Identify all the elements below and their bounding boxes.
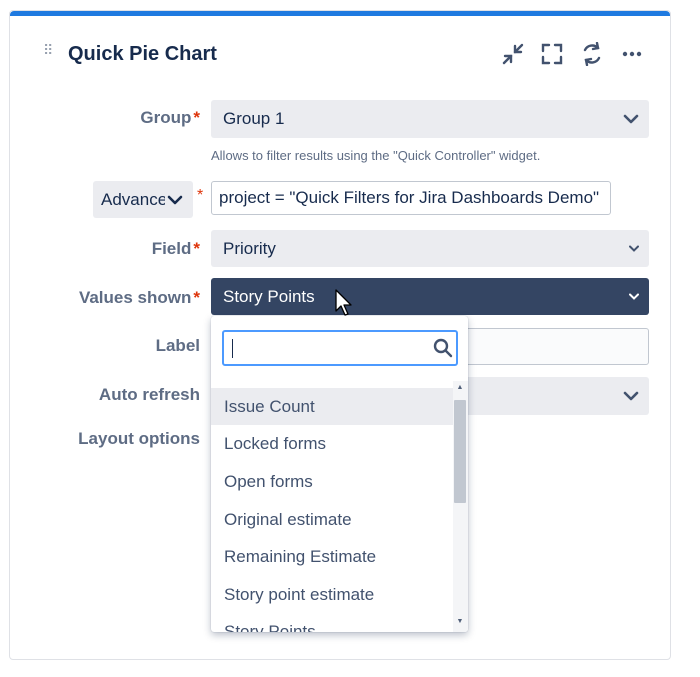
values-shown-value: Story Points xyxy=(223,286,315,306)
group-select-value: Group 1 xyxy=(223,109,285,128)
text-caret xyxy=(232,339,233,358)
auto-refresh-select[interactable] xyxy=(465,377,649,415)
query-mode-select[interactable]: Advanced xyxy=(93,181,193,218)
scroll-up-arrow-icon[interactable]: ▲ xyxy=(456,384,464,392)
dropdown-option[interactable]: Story point estimate xyxy=(211,576,453,613)
more-options-icon[interactable] xyxy=(619,41,645,67)
dropdown-option[interactable]: Original estimate xyxy=(211,501,453,538)
group-select[interactable]: Group 1 xyxy=(211,100,649,138)
chevron-down-icon xyxy=(629,293,639,300)
values-shown-label: Values shown * xyxy=(78,288,200,307)
dropdown-option[interactable]: Issue Count xyxy=(211,388,453,425)
group-help-text: Allows to filter results using the "Quic… xyxy=(211,148,541,163)
fullscreen-icon[interactable] xyxy=(539,41,565,67)
dropdown-option[interactable]: Story Points xyxy=(211,613,453,633)
dropdown-scrollbar-thumb[interactable] xyxy=(454,400,466,503)
widget-title: Quick Pie Chart xyxy=(68,43,217,65)
query-mode-value: Advanced xyxy=(101,189,165,209)
layout-options-label: Layout options xyxy=(78,429,200,448)
minimize-icon[interactable] xyxy=(500,41,526,67)
dropdown-search-input[interactable] xyxy=(222,330,458,366)
query-required-mark: * xyxy=(197,187,204,204)
dropdown-option[interactable]: Locked forms xyxy=(211,425,453,462)
chevron-down-icon xyxy=(167,195,183,204)
widget-accent-bar xyxy=(10,11,670,16)
jql-query-input[interactable]: project = "Quick Filters for Jira Dashbo… xyxy=(211,181,611,215)
chevron-down-icon xyxy=(629,245,639,252)
mouse-cursor-icon xyxy=(335,289,352,316)
group-label: Group * xyxy=(140,108,200,127)
refresh-icon[interactable] xyxy=(579,41,605,67)
auto-refresh-label: Auto refresh xyxy=(98,385,200,404)
values-shown-select[interactable]: Story Points xyxy=(211,278,649,315)
drag-handle-icon[interactable]: ⠿ xyxy=(43,43,53,62)
field-select-value: Priority xyxy=(223,238,276,258)
scroll-down-arrow-icon[interactable]: ▼ xyxy=(456,618,464,626)
dropdown-option[interactable]: Remaining Estimate xyxy=(211,538,453,575)
chevron-down-icon xyxy=(623,114,639,124)
widget-card: ⠿ Quick Pie Chart Group * Group 1 Allows … xyxy=(9,10,671,660)
values-shown-dropdown: Issue Count Locked forms Open forms Orig… xyxy=(211,316,468,632)
field-select[interactable]: Priority xyxy=(211,230,649,267)
label-input[interactable] xyxy=(465,328,649,365)
chevron-down-icon xyxy=(623,391,639,401)
field-label: Field * xyxy=(151,239,200,258)
label-field-label: Label xyxy=(155,336,200,355)
search-icon xyxy=(433,338,453,358)
dropdown-option[interactable]: Open forms xyxy=(211,463,453,500)
